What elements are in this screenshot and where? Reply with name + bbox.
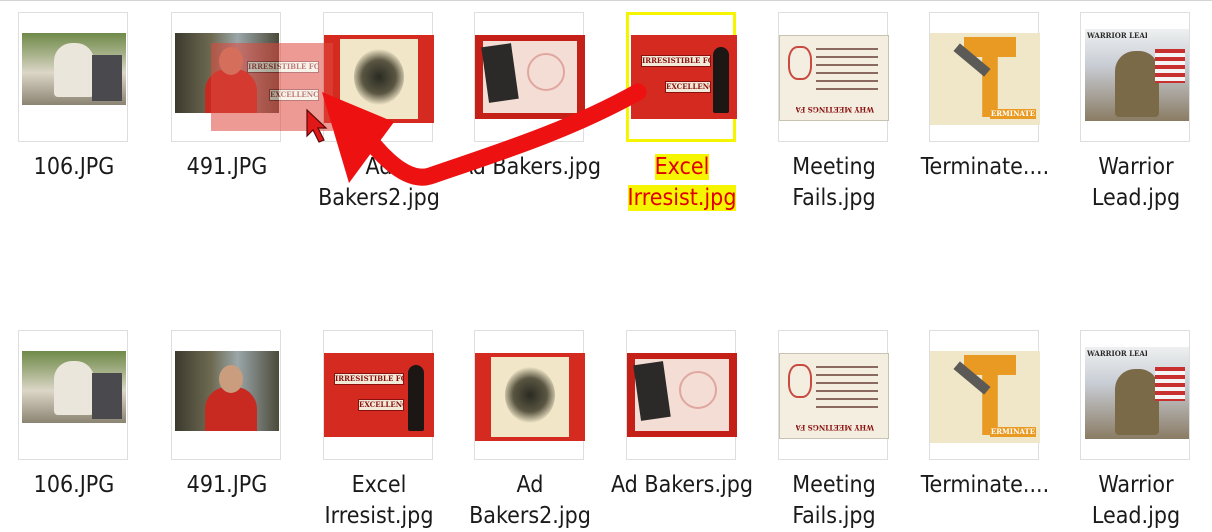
mouse-cursor-icon xyxy=(306,108,328,143)
drag-arrow-icon xyxy=(345,83,647,186)
drag-annotation-overlay xyxy=(306,83,647,186)
drag-arrow-head-icon xyxy=(322,92,394,183)
